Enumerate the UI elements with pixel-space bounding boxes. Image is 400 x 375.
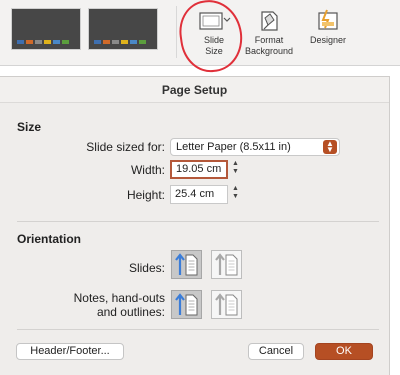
width-stepper[interactable]: ▲ ▼ xyxy=(230,160,241,179)
slide-sized-for-select[interactable]: Letter Paper (8.5x11 in) ▲ ▼ xyxy=(170,138,340,156)
format-background-button[interactable]: Format Background xyxy=(240,6,298,57)
header-footer-button[interactable]: Header/Footer... xyxy=(16,343,124,360)
slides-orientation-label: Slides: xyxy=(128,261,165,275)
ribbon: Slide Size Format Background Designer xyxy=(0,0,400,76)
orientation-section-heading: Orientation xyxy=(17,232,82,246)
slide-sized-for-label: Slide sized for: xyxy=(86,140,165,154)
slides-landscape-button[interactable] xyxy=(211,250,242,279)
cancel-button[interactable]: Cancel xyxy=(248,343,304,360)
dialog-title: Page Setup xyxy=(0,77,389,103)
designer-label: Designer xyxy=(309,35,347,45)
section-divider xyxy=(17,221,379,222)
section-divider xyxy=(17,329,379,330)
notes-landscape-button[interactable] xyxy=(211,290,242,319)
portrait-orientation-icon xyxy=(175,293,198,316)
designer-icon xyxy=(302,6,354,32)
notes-orientation-label: and outlines: xyxy=(96,305,165,319)
size-section-heading: Size xyxy=(17,120,42,134)
landscape-orientation-icon xyxy=(215,293,238,316)
height-label: Height: xyxy=(126,188,165,202)
notes-orientation-label: Notes, hand-outs xyxy=(73,291,165,305)
slide-thumbnail[interactable] xyxy=(11,8,81,50)
format-background-label: Format xyxy=(254,35,284,45)
select-arrows-icon: ▲ ▼ xyxy=(323,140,337,154)
slides-portrait-button[interactable] xyxy=(171,250,202,279)
height-field[interactable]: 25.4 cm xyxy=(170,185,228,204)
format-background-label: Background xyxy=(244,46,294,56)
slide-sized-for-value: Letter Paper (8.5x11 in) xyxy=(176,141,291,153)
thumbnail-color-swatches xyxy=(17,40,69,44)
slide-thumbnail[interactable] xyxy=(88,8,158,50)
height-stepper[interactable]: ▲ ▼ xyxy=(230,185,241,204)
width-field[interactable]: 19.05 cm xyxy=(170,160,228,179)
ribbon-divider xyxy=(176,6,177,58)
page-setup-dialog: Page Setup Size Slide sized for: Letter … xyxy=(0,76,390,375)
thumbnail-color-swatches xyxy=(94,40,146,44)
portrait-orientation-icon xyxy=(175,253,198,276)
designer-button[interactable]: Designer xyxy=(302,6,354,46)
width-label: Width: xyxy=(130,163,165,177)
ok-button[interactable]: OK xyxy=(315,343,373,360)
notes-portrait-button[interactable] xyxy=(171,290,202,319)
landscape-orientation-icon xyxy=(215,253,238,276)
format-background-icon xyxy=(240,6,298,32)
